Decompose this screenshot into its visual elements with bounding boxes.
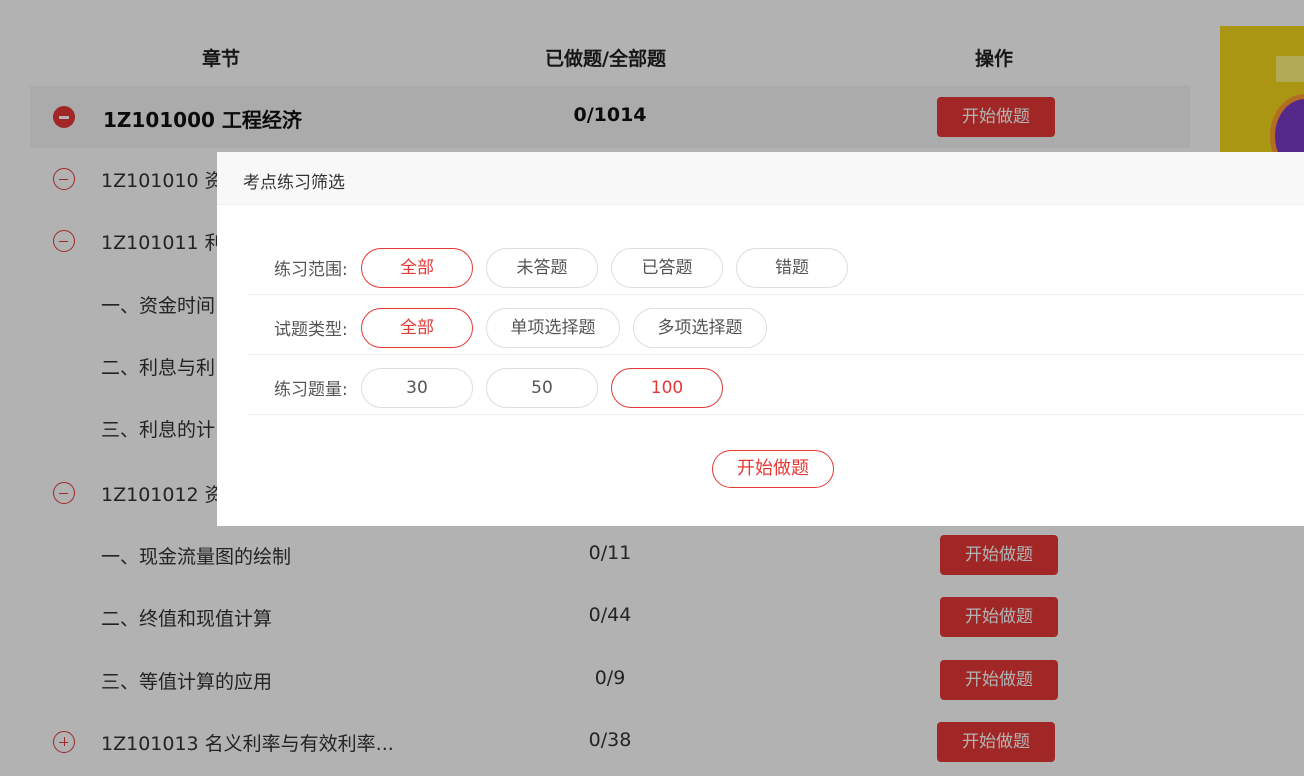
scope-option-all[interactable]: 全部	[361, 248, 473, 288]
filter-dialog: 考点练习筛选 练习范围: 全部 未答题 已答题 错题 试题类型: 全部 单项选择…	[217, 152, 1304, 526]
dialog-title: 考点练习筛选	[243, 173, 345, 193]
type-option-single-choice[interactable]: 单项选择题	[486, 308, 620, 348]
scope-option-answered[interactable]: 已答题	[611, 248, 723, 288]
type-option-all[interactable]: 全部	[361, 308, 473, 348]
scope-label: 练习范围:	[274, 260, 348, 280]
type-label: 试题类型:	[274, 320, 348, 340]
type-option-multiple-choice[interactable]: 多项选择题	[633, 308, 767, 348]
start-practice-button[interactable]: 开始做题	[712, 450, 834, 488]
filter-row-scope: 练习范围: 全部 未答题 已答题 错题	[248, 235, 1304, 295]
quantity-option-50[interactable]: 50	[486, 368, 598, 408]
scope-option-wrong[interactable]: 错题	[736, 248, 848, 288]
quantity-option-30[interactable]: 30	[361, 368, 473, 408]
filter-row-quantity: 练习题量: 30 50 100	[248, 355, 1304, 415]
quantity-label: 练习题量:	[274, 380, 348, 400]
quantity-option-100[interactable]: 100	[611, 368, 723, 408]
scope-option-unanswered[interactable]: 未答题	[486, 248, 598, 288]
filter-row-type: 试题类型: 全部 单项选择题 多项选择题	[248, 295, 1304, 355]
dialog-header: 考点练习筛选	[217, 152, 1304, 205]
